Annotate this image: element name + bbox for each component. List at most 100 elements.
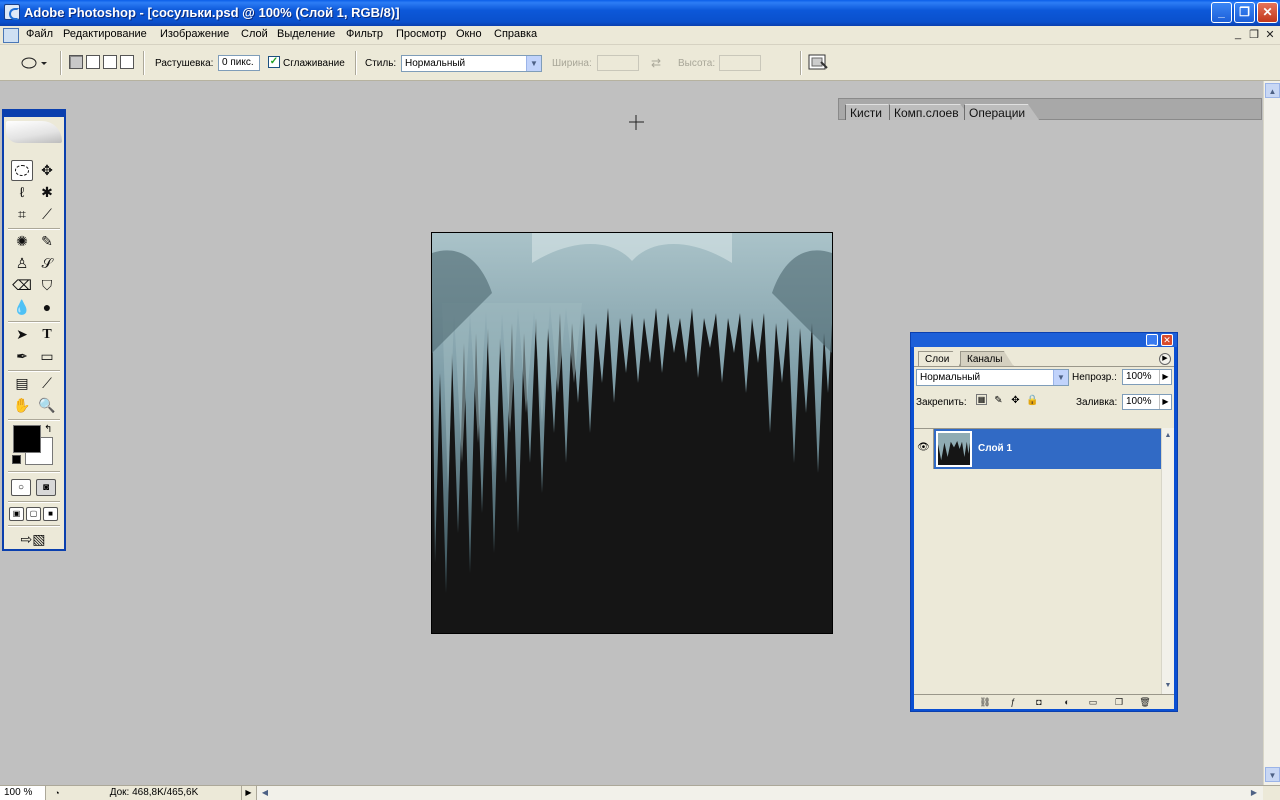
- eye-icon[interactable]: 👁: [914, 429, 934, 469]
- foreground-color-swatch[interactable]: [13, 425, 41, 453]
- brush-tool-icon[interactable]: ✎: [36, 231, 58, 252]
- clone-stamp-tool-icon[interactable]: ♙: [11, 253, 33, 274]
- opacity-input[interactable]: 100% ▶: [1122, 369, 1172, 385]
- screen-mode-full-menu-icon[interactable]: ▢: [26, 507, 41, 521]
- magic-wand-tool-icon[interactable]: ✱: [36, 182, 58, 203]
- zoom-field[interactable]: 100 %: [0, 786, 46, 800]
- lock-image-icon[interactable]: ✎: [992, 394, 1005, 407]
- scroll-down-icon[interactable]: ▼: [1265, 767, 1280, 782]
- lock-transparency-icon[interactable]: ▦: [976, 394, 987, 405]
- adobe-feather-icon[interactable]: [6, 121, 62, 143]
- menu-window[interactable]: Окно: [456, 28, 482, 40]
- doc-close-button[interactable]: ✕: [1262, 28, 1278, 41]
- close-button[interactable]: ✕: [1257, 2, 1278, 23]
- document-canvas[interactable]: [431, 232, 833, 634]
- link-layers-icon[interactable]: ⛓: [978, 696, 992, 708]
- hand-tool-icon[interactable]: ✋: [11, 395, 33, 416]
- width-input[interactable]: [597, 55, 639, 71]
- doc-minimize-button[interactable]: _: [1230, 28, 1246, 40]
- layer-row[interactable]: 👁 Слой 1: [914, 429, 1161, 469]
- status-info-icon[interactable]: ◔: [50, 787, 64, 799]
- eyedropper-tool-icon[interactable]: ⟋: [36, 373, 58, 394]
- vertical-scrollbar[interactable]: ▲ ▼: [1263, 81, 1280, 785]
- subtract-from-selection-icon[interactable]: [103, 55, 117, 69]
- scroll-down-icon[interactable]: ▼: [1162, 680, 1174, 692]
- zoom-tool-icon[interactable]: 🔍: [36, 395, 58, 416]
- menu-edit[interactable]: Редактирование: [63, 28, 147, 40]
- feather-input[interactable]: 0 пикс.: [218, 55, 260, 71]
- notes-tool-icon[interactable]: ▤: [11, 373, 33, 394]
- fill-slider-icon[interactable]: ▶: [1159, 395, 1171, 409]
- layer-list-scrollbar[interactable]: ▲ ▼: [1161, 428, 1174, 694]
- scroll-up-icon[interactable]: ▲: [1162, 430, 1174, 442]
- lock-position-icon[interactable]: ✥: [1009, 394, 1022, 407]
- adjustment-layer-icon[interactable]: ◐: [1060, 696, 1074, 708]
- menu-image[interactable]: Изображение: [160, 28, 229, 40]
- swap-dimensions-icon[interactable]: ⇄: [651, 56, 661, 70]
- doc-restore-button[interactable]: ❐: [1246, 28, 1262, 41]
- slice-tool-icon[interactable]: ⟋: [36, 204, 58, 225]
- standard-mode-icon[interactable]: ○: [11, 479, 31, 496]
- rectangle-tool-icon[interactable]: ▭: [36, 346, 58, 367]
- intersect-selection-icon[interactable]: [120, 55, 134, 69]
- add-mask-icon[interactable]: ◘: [1032, 696, 1046, 708]
- path-selection-tool-icon[interactable]: ➤: [11, 324, 33, 345]
- screen-mode-standard-icon[interactable]: ▣: [9, 507, 24, 521]
- maximize-button[interactable]: ❐: [1234, 2, 1255, 23]
- well-tab-actions[interactable]: Операции: [964, 104, 1040, 120]
- tab-layers[interactable]: Слои: [918, 351, 961, 366]
- add-to-selection-icon[interactable]: [86, 55, 100, 69]
- eraser-tool-icon[interactable]: ⌫: [11, 275, 33, 296]
- menu-layer[interactable]: Слой: [241, 28, 268, 40]
- type-tool-icon[interactable]: T: [36, 324, 58, 345]
- pen-tool-icon[interactable]: ✒: [11, 346, 33, 367]
- lasso-tool-icon[interactable]: ℓ: [11, 182, 33, 203]
- crop-tool-icon[interactable]: ⌗: [11, 204, 33, 225]
- healing-brush-tool-icon[interactable]: ✺: [11, 231, 33, 252]
- palette-close-icon[interactable]: ✕: [1161, 334, 1173, 346]
- antialias-checkbox[interactable]: ✓: [268, 56, 280, 68]
- menu-view[interactable]: Просмотр: [396, 28, 446, 40]
- default-colors-icon[interactable]: [12, 455, 21, 464]
- minimize-button[interactable]: _: [1211, 2, 1232, 23]
- style-select[interactable]: Нормальный ▼: [401, 55, 542, 72]
- blend-mode-select[interactable]: Нормальный ▼: [916, 369, 1069, 386]
- palette-minimize-icon[interactable]: _: [1146, 334, 1158, 346]
- well-tab-brushes[interactable]: Кисти: [845, 104, 896, 120]
- history-brush-tool-icon[interactable]: 𝒮: [36, 253, 58, 274]
- blur-tool-icon[interactable]: 💧: [11, 297, 33, 318]
- scroll-left-icon[interactable]: ◀: [258, 786, 272, 800]
- file-browser-icon[interactable]: [807, 53, 829, 73]
- menu-select[interactable]: Выделение: [277, 28, 335, 40]
- new-selection-icon[interactable]: [69, 55, 83, 69]
- elliptical-marquee-preset-icon[interactable]: [20, 55, 48, 71]
- photoshop-app-icon[interactable]: [4, 4, 20, 20]
- menu-filter[interactable]: Фильтр: [346, 28, 383, 40]
- screen-mode-full-icon[interactable]: ■: [43, 507, 58, 521]
- palette-menu-icon[interactable]: ▶: [1159, 353, 1171, 365]
- status-menu-arrow-icon[interactable]: ▶: [241, 786, 255, 800]
- horizontal-scrollbar[interactable]: ◀ ▶: [256, 786, 1263, 800]
- palette-header[interactable]: _ ✕: [911, 333, 1177, 347]
- quick-mask-mode-icon[interactable]: ◙: [36, 479, 56, 496]
- well-tab-layer-comps[interactable]: Комп.слоев: [889, 104, 973, 120]
- layer-style-icon[interactable]: ƒ: [1006, 696, 1020, 708]
- swap-colors-icon[interactable]: ↰: [44, 424, 52, 435]
- scroll-up-icon[interactable]: ▲: [1265, 83, 1280, 98]
- dodge-tool-icon[interactable]: ●: [36, 297, 58, 318]
- elliptical-marquee-tool-icon[interactable]: [11, 160, 33, 181]
- fill-input[interactable]: 100% ▶: [1122, 394, 1172, 410]
- document-icon[interactable]: [3, 28, 19, 43]
- trash-icon[interactable]: 🗑: [1138, 696, 1152, 708]
- new-layer-icon[interactable]: ❐: [1112, 696, 1126, 708]
- move-tool-icon[interactable]: ✥: [36, 160, 58, 181]
- menu-help[interactable]: Справка: [494, 28, 537, 40]
- opacity-slider-icon[interactable]: ▶: [1159, 370, 1171, 384]
- paint-bucket-tool-icon[interactable]: ⛉: [36, 275, 58, 296]
- height-input[interactable]: [719, 55, 761, 71]
- tab-channels[interactable]: Каналы: [960, 351, 1014, 366]
- scroll-right-icon[interactable]: ▶: [1247, 786, 1261, 800]
- jump-to-imageready-icon[interactable]: ⇨▧: [11, 529, 55, 550]
- menu-file[interactable]: Файл: [26, 28, 53, 40]
- new-group-icon[interactable]: ▭: [1086, 696, 1100, 708]
